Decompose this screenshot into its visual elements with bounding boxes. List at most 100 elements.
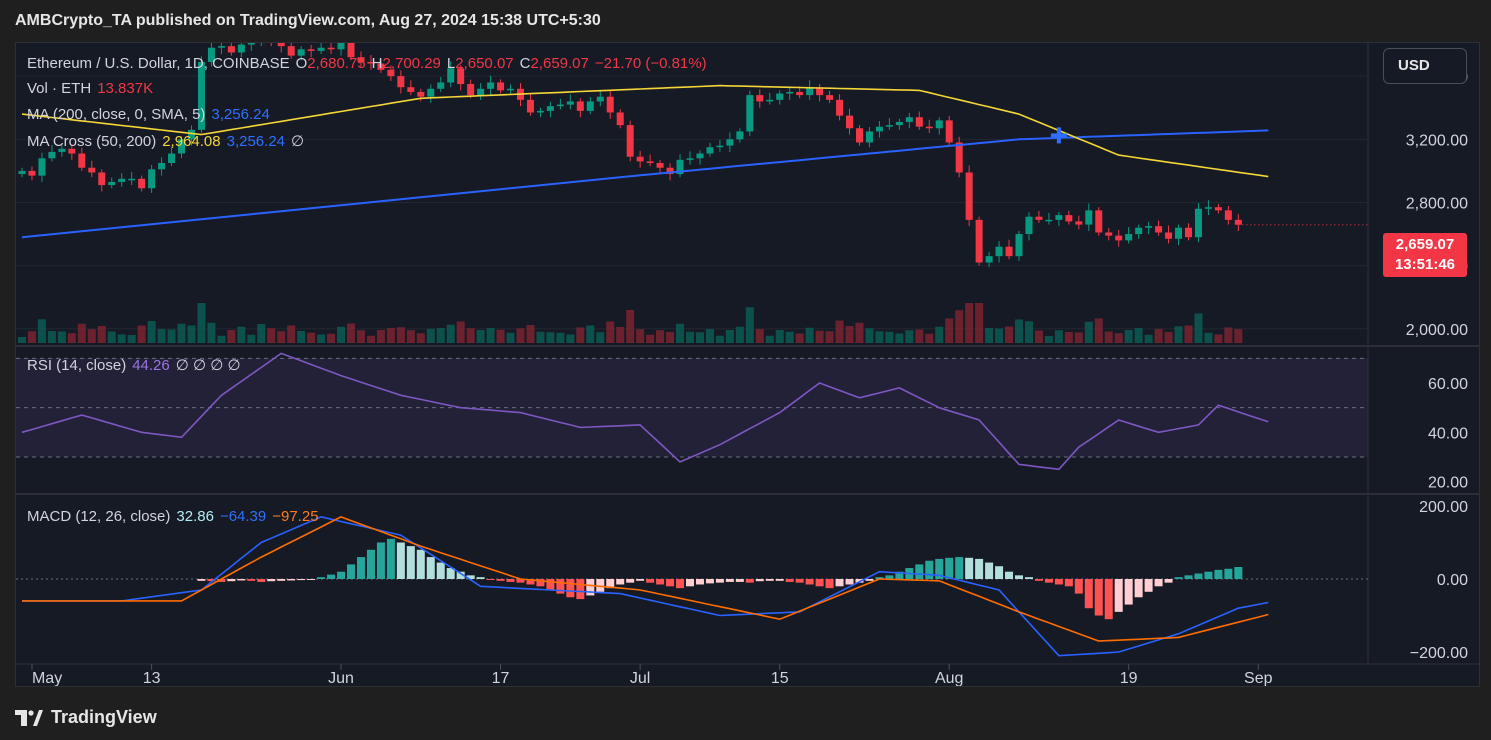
volume-bar — [1064, 332, 1073, 343]
volume-bar — [317, 334, 326, 343]
volume-bar — [725, 330, 734, 343]
volume-bar — [436, 328, 445, 343]
candle-body — [836, 99, 844, 116]
time-axis-tick: Jun — [328, 670, 354, 686]
volume-bar — [785, 331, 794, 343]
macd-histogram-bar — [1064, 579, 1073, 587]
macd-histogram-bar — [636, 579, 645, 581]
macd-histogram-bar — [1104, 579, 1113, 620]
candle-body — [736, 131, 744, 140]
candle-body — [925, 126, 933, 129]
volume-bar — [197, 303, 206, 343]
candle-body — [536, 110, 544, 113]
currency-button[interactable]: USD — [1383, 48, 1467, 84]
macd-histogram-bar — [396, 542, 405, 579]
time-axis-tick: 17 — [492, 670, 510, 686]
rsi-label: RSI (14, close) — [27, 357, 127, 374]
volume-bar — [227, 330, 236, 343]
candle-body — [138, 178, 146, 189]
macd-histogram-bar — [337, 571, 346, 579]
candle-body — [726, 139, 734, 146]
candle-body — [1035, 216, 1043, 220]
macd-histogram-bar — [327, 574, 336, 579]
macd-histogram-bar — [496, 579, 505, 581]
volume-bar — [825, 331, 834, 343]
macd-histogram-bar — [247, 579, 256, 581]
macd-histogram-bar — [1084, 579, 1093, 609]
macd-histogram-bar — [765, 579, 774, 581]
volume-bar — [1194, 313, 1203, 343]
volume-bar — [985, 328, 994, 343]
volume-bar — [995, 328, 1004, 343]
macd-histogram-bar — [795, 579, 804, 583]
volume-bar — [107, 331, 116, 343]
header-bar: AMBCrypto_TA published on TradingView.co… — [0, 0, 1491, 42]
macd-histogram-bar — [755, 579, 764, 582]
volume-bar — [606, 321, 615, 343]
price-axis-tick: 3,200.00 — [1406, 132, 1468, 149]
candle-body — [1155, 226, 1163, 233]
candle-body — [78, 153, 86, 168]
macd-histogram-bar — [576, 579, 585, 600]
volume-bar — [396, 327, 405, 343]
macd-histogram-bar — [1184, 575, 1193, 579]
macd-histogram-bar — [1154, 579, 1163, 587]
candle-body — [985, 256, 993, 263]
volume-bar — [685, 331, 694, 343]
macd-histogram-bar — [685, 579, 694, 587]
volume-bar — [1134, 328, 1143, 343]
macd-histogram-bar — [975, 558, 984, 579]
brand-name: TradingView — [51, 707, 157, 727]
macd-histogram-bar — [715, 579, 724, 583]
volume-bar — [117, 334, 126, 343]
time-axis-tick: Aug — [935, 670, 963, 686]
volume-bar — [1074, 332, 1083, 343]
volume-bar — [127, 335, 136, 343]
ma-cross-legend: MA Cross (50, 200) 2,964.08 3,256.24 ∅ — [27, 132, 310, 150]
volume-bar — [207, 322, 216, 343]
macd-histogram-bar — [915, 564, 924, 579]
rsi-extra: ∅ ∅ ∅ ∅ — [175, 357, 241, 374]
last-price-badge: 2,659.07 13:51:46 — [1383, 233, 1467, 277]
chart-frame[interactable]: 3,600.003,200.002,800.002,400.002,000.00… — [15, 42, 1480, 687]
volume-bar — [616, 327, 625, 343]
candle-body — [776, 93, 784, 100]
low-value: 2,650.07 — [455, 55, 514, 72]
candle-body — [227, 46, 235, 53]
volume-bar — [855, 322, 864, 343]
candle-body — [955, 142, 963, 173]
volume-bar — [1005, 326, 1014, 343]
last-price-value: 2,659.07 — [1395, 236, 1455, 253]
candle-body — [546, 106, 554, 111]
macd-histogram-bar — [995, 566, 1004, 579]
price-axis-tick: 2,000.00 — [1406, 322, 1468, 339]
macd-histogram-bar — [745, 579, 754, 583]
volume-bar — [925, 333, 934, 343]
volume-bar — [466, 328, 475, 343]
time-axis-tick: 19 — [1120, 670, 1138, 686]
volume-bar — [1164, 332, 1173, 343]
candle-body — [1145, 226, 1153, 228]
rsi-legend: RSI (14, close) 44.26 ∅ ∅ ∅ ∅ — [27, 356, 247, 374]
volume-bar — [18, 337, 26, 343]
volume-bar — [177, 323, 186, 343]
volume-bar — [137, 325, 146, 343]
macd-label: MACD (12, 26, close) — [27, 508, 171, 525]
volume-bar — [1184, 325, 1193, 343]
macd-histogram-bar — [1224, 568, 1233, 579]
volume-bar — [536, 331, 545, 343]
macd-histogram-bar — [676, 579, 685, 589]
volume-bar — [157, 329, 166, 343]
volume-bar — [845, 326, 854, 343]
macd-histogram-bar — [835, 579, 844, 587]
macd-histogram-bar — [356, 557, 365, 579]
volume-bar — [915, 329, 924, 343]
macd-histogram-bar — [426, 557, 435, 579]
volume-bar — [277, 331, 286, 343]
volume-bar — [556, 332, 565, 343]
ma-cross-value-1: 2,964.08 — [162, 133, 221, 150]
volume-bar — [975, 303, 984, 343]
tradingview-logo[interactable]: TradingView — [15, 707, 157, 728]
publisher-line: AMBCrypto_TA published on TradingView.co… — [15, 12, 601, 29]
macd-histogram-bar — [955, 557, 964, 579]
